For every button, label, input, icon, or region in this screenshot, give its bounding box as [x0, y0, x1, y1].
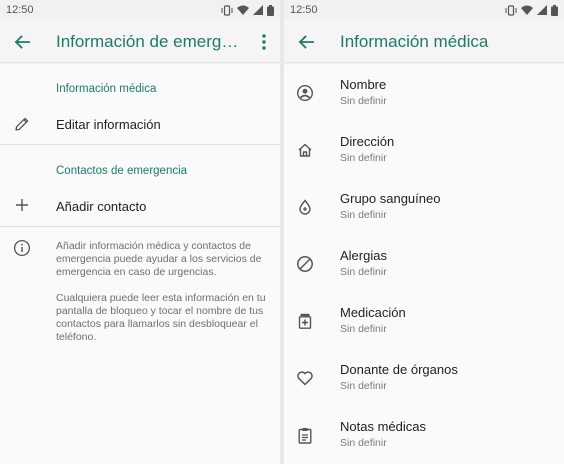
- medical-item-notes[interactable]: Notas médicas Sin definir: [284, 412, 564, 460]
- item-value: Sin definir: [340, 437, 387, 449]
- arrow-back-icon: [298, 35, 314, 49]
- item-title: Alergias: [340, 248, 387, 263]
- account-circle-icon: [296, 84, 314, 102]
- app-bar: Información médica: [284, 20, 564, 63]
- page-title: Información de emergencia: [56, 32, 244, 51]
- signal-icon: [253, 5, 263, 15]
- medical-item-medication[interactable]: Medicación Sin definir: [284, 298, 564, 346]
- medical-item-address[interactable]: Dirección Sin definir: [284, 127, 564, 175]
- item-title: Dirección: [340, 134, 395, 149]
- item-value: Sin definir: [340, 266, 387, 278]
- status-time: 12:50: [6, 4, 34, 16]
- home-icon: [296, 141, 314, 159]
- item-value: Sin definir: [340, 323, 387, 335]
- info-paragraph-2: Cualquiera puede leer esta información e…: [56, 292, 266, 343]
- item-value: Sin definir: [340, 209, 387, 221]
- medical-info-screen: 12:50 Información médica Nombre Sin defi…: [284, 0, 564, 464]
- battery-icon: [267, 4, 274, 16]
- medical-item-allergies[interactable]: Alergias Sin definir: [284, 241, 564, 289]
- app-bar: Información de emergencia: [0, 20, 280, 63]
- plus-icon: [13, 196, 31, 214]
- blood-drop-icon: [296, 198, 314, 216]
- item-title: Notas médicas: [340, 419, 426, 434]
- info-paragraph-1: Añadir información médica y contactos de…: [56, 240, 262, 278]
- item-title: Grupo sanguíneo: [340, 191, 441, 206]
- status-bar: 12:50: [0, 0, 280, 20]
- item-title: Nombre: [340, 77, 387, 92]
- vibrate-icon: [221, 4, 233, 16]
- divider: [0, 144, 280, 145]
- info-icon: [13, 239, 31, 257]
- edit-info-label: Editar información: [56, 117, 161, 132]
- medical-item-name[interactable]: Nombre Sin definir: [284, 70, 564, 118]
- medication-icon: [296, 312, 314, 330]
- item-title: Medicación: [340, 305, 406, 320]
- status-time: 12:50: [290, 4, 318, 16]
- item-value: Sin definir: [340, 380, 387, 392]
- add-contact-label: Añadir contacto: [56, 199, 147, 214]
- more-vert-icon: [262, 34, 266, 50]
- divider: [0, 226, 280, 227]
- medical-item-blood-type[interactable]: Grupo sanguíneo Sin definir: [284, 184, 564, 232]
- block-icon: [296, 255, 314, 273]
- item-value: Sin definir: [340, 95, 387, 107]
- medical-item-organ-donor[interactable]: Donante de órganos Sin definir: [284, 355, 564, 403]
- more-options-button[interactable]: [252, 30, 276, 54]
- edit-info-row[interactable]: Editar información: [0, 104, 280, 144]
- emergency-info-screen: 12:50 Información de emergencia Informac…: [0, 0, 280, 464]
- arrow-back-icon: [14, 35, 30, 49]
- item-value: Sin definir: [340, 152, 387, 164]
- section-header-medical: Información médica: [56, 83, 157, 95]
- add-contact-row[interactable]: Añadir contacto: [0, 186, 280, 226]
- heart-icon: [296, 369, 314, 387]
- wifi-icon: [237, 5, 249, 15]
- wifi-icon: [521, 5, 533, 15]
- back-button[interactable]: [294, 30, 318, 54]
- status-icons: [505, 4, 558, 16]
- section-header-contacts: Contactos de emergencia: [56, 165, 188, 177]
- signal-icon: [537, 5, 547, 15]
- back-button[interactable]: [10, 30, 34, 54]
- clipboard-icon: [296, 426, 314, 444]
- page-title: Información médica: [340, 32, 489, 51]
- item-title: Donante de órganos: [340, 362, 458, 377]
- vibrate-icon: [505, 4, 517, 16]
- pencil-icon: [13, 115, 31, 133]
- battery-icon: [551, 4, 558, 16]
- status-bar: 12:50: [284, 0, 564, 20]
- status-icons: [221, 4, 274, 16]
